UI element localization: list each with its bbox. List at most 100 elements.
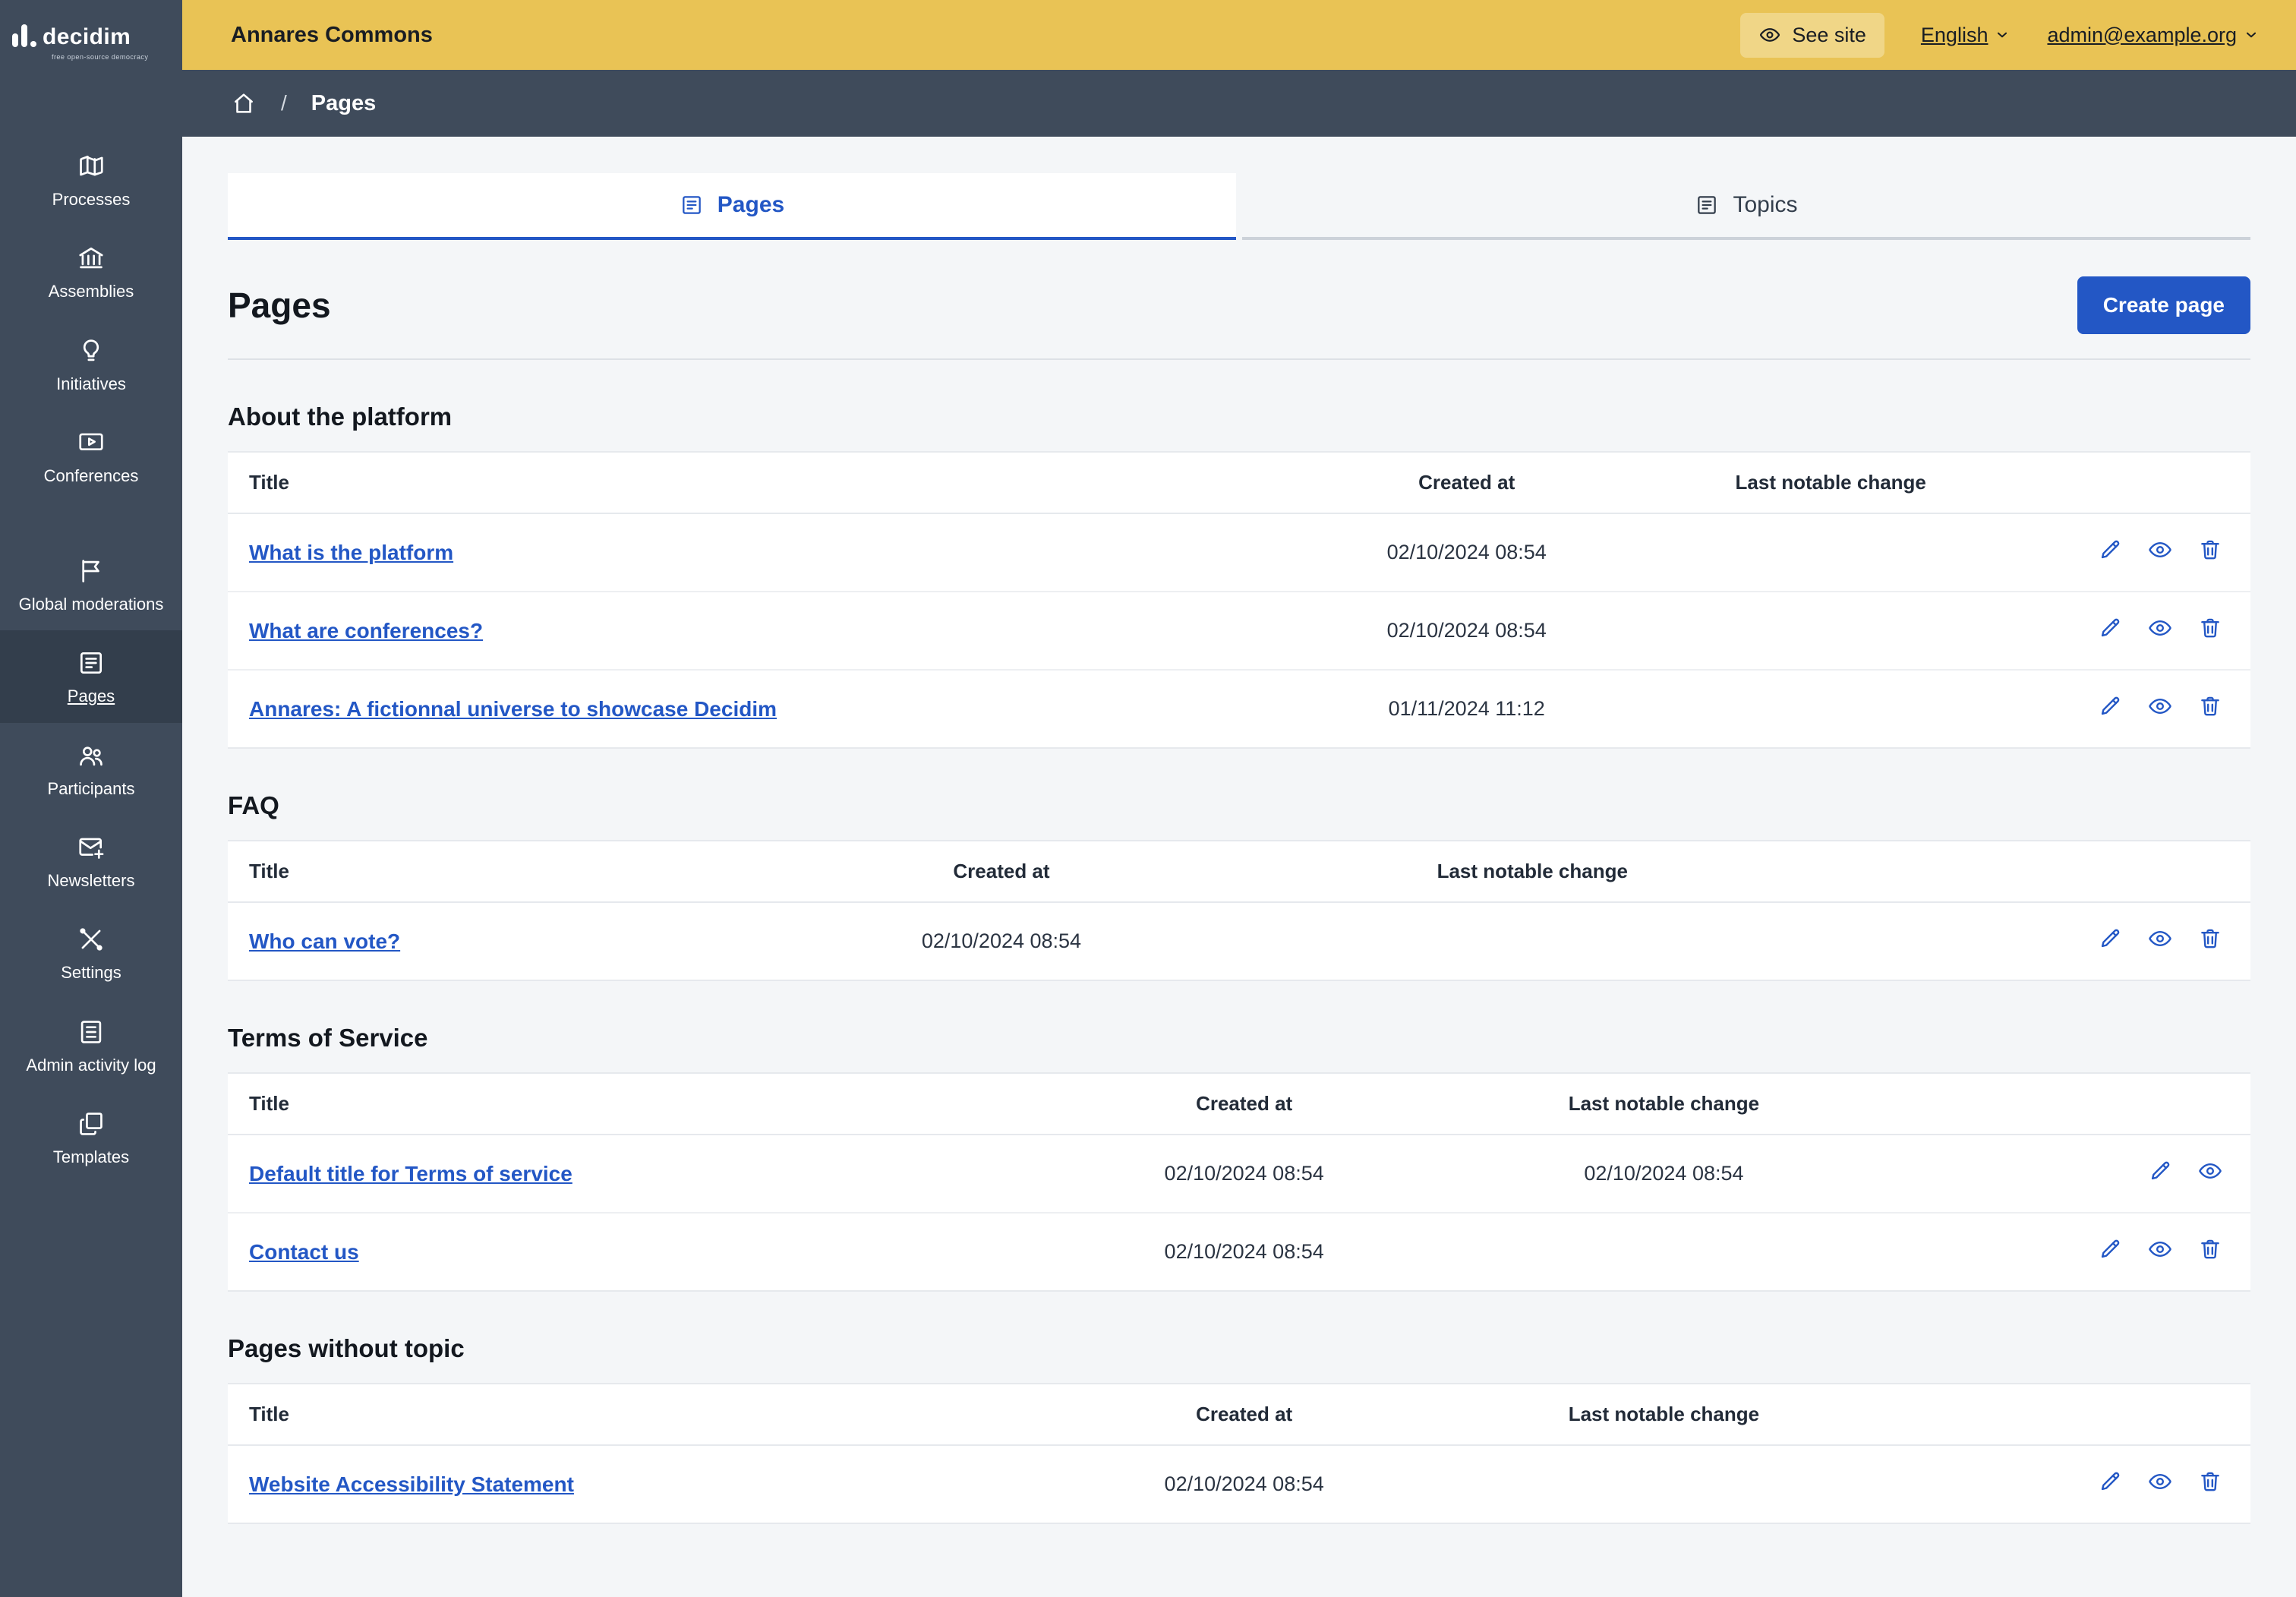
logo-text: decidim <box>43 24 131 49</box>
sidebar-item-initiatives[interactable]: Initiatives <box>0 318 182 410</box>
edit-button[interactable] <box>2097 1236 2123 1267</box>
government-icon <box>77 244 106 273</box>
preview-button[interactable] <box>2147 537 2173 568</box>
account-menu[interactable]: admin@example.org <box>2047 24 2260 47</box>
eye-icon <box>2147 537 2173 563</box>
trash-icon <box>2197 693 2223 719</box>
column-header: Last notable change <box>1643 452 2018 514</box>
eye-icon <box>2147 1469 2173 1494</box>
delete-button[interactable] <box>2197 1236 2223 1267</box>
sidebar-item-templates[interactable]: Templates <box>0 1091 182 1183</box>
pencil-icon <box>2097 926 2123 952</box>
created-at: 01/11/2024 11:12 <box>1388 697 1545 720</box>
edit-button[interactable] <box>2097 1469 2123 1500</box>
row-actions <box>1876 1445 2250 1523</box>
page-link[interactable]: Annares: A fictionnal universe to showca… <box>249 697 777 721</box>
sidebar-item-processes[interactable]: Processes <box>0 134 182 226</box>
account-label: admin@example.org <box>2047 23 2237 46</box>
section-about-the-platform: About the platform Title Created at Last no… <box>228 402 2250 749</box>
column-header: Created at <box>1036 1384 1452 1446</box>
see-site-label: See site <box>1792 23 1866 46</box>
team-icon <box>77 741 106 770</box>
pages-table: Title Created at Last notable change Who ca… <box>228 840 2250 981</box>
edit-button[interactable] <box>2097 926 2123 957</box>
sidebar-item-label: Initiatives <box>56 374 126 393</box>
flag-icon <box>77 557 106 585</box>
page-head: Pages Create page <box>228 276 2250 334</box>
section-title: Terms of Service <box>228 1024 428 1052</box>
sidebar-item-assemblies[interactable]: Assemblies <box>0 226 182 317</box>
sidebar-item-newsletters[interactable]: Newsletters <box>0 815 182 907</box>
breadcrumb-current[interactable]: Pages <box>311 91 376 116</box>
edit-button[interactable] <box>2097 537 2123 568</box>
sidebar-item-admin-activity-log[interactable]: Admin activity log <box>0 999 182 1091</box>
tab-topics[interactable]: Topics <box>1242 173 2250 240</box>
pencil-icon <box>2147 1158 2173 1184</box>
actions-column-header <box>1805 841 2250 903</box>
see-site-button[interactable]: See site <box>1740 12 1884 58</box>
tools-icon <box>77 925 106 954</box>
sidebar-item-conferences[interactable]: Conferences <box>0 410 182 502</box>
create-page-button[interactable]: Create page <box>2077 276 2250 334</box>
last-notable-change <box>1643 592 2018 671</box>
preview-button[interactable] <box>2147 693 2173 724</box>
decidim-logo[interactable]: decidim <box>12 24 170 50</box>
sidebar-item-label: Admin activity log <box>26 1055 156 1075</box>
edit-button[interactable] <box>2147 1158 2173 1189</box>
row-actions <box>1876 1213 2250 1291</box>
sidebar-item-global-moderations[interactable]: Global moderations <box>0 538 182 630</box>
delete-button[interactable] <box>2197 537 2223 568</box>
decidim-logo-icon <box>12 24 36 50</box>
sidebar-item-label: Settings <box>61 963 121 983</box>
delete-button[interactable] <box>2197 926 2223 957</box>
table-row: Website Accessibility Statement 02/10/202… <box>228 1445 2250 1523</box>
sidebar-item-settings[interactable]: Settings <box>0 907 182 999</box>
map-icon <box>77 152 106 181</box>
edit-button[interactable] <box>2097 615 2123 646</box>
table-row: Default title for Terms of service 02/10/… <box>228 1135 2250 1214</box>
page-link[interactable]: Contact us <box>249 1240 359 1264</box>
page-link[interactable]: What is the platform <box>249 541 453 564</box>
last-notable-change: 02/10/2024 08:54 <box>1451 1135 1877 1214</box>
last-notable-change <box>1643 513 2018 592</box>
preview-button[interactable] <box>2147 615 2173 646</box>
created-at: 02/10/2024 08:54 <box>1289 592 1644 671</box>
sidebar-item-label: Assemblies <box>48 282 134 301</box>
pencil-icon <box>2097 537 2123 563</box>
tab-label: Topics <box>1733 192 1798 217</box>
preview-button[interactable] <box>2197 1158 2223 1189</box>
column-header: Title <box>228 452 1290 514</box>
delete-button[interactable] <box>2197 1469 2223 1500</box>
eye-icon <box>2147 615 2173 641</box>
page-link[interactable]: What are conferences? <box>249 619 483 642</box>
page-link[interactable]: Website Accessibility Statement <box>249 1472 574 1496</box>
preview-button[interactable] <box>2147 1236 2173 1267</box>
column-header: Last notable change <box>1259 841 1806 903</box>
edit-button[interactable] <box>2097 693 2123 724</box>
language-selector[interactable]: English <box>1921 24 2011 47</box>
book-icon <box>1695 193 1719 217</box>
delete-button[interactable] <box>2197 693 2223 724</box>
delete-button[interactable] <box>2197 615 2223 646</box>
eye-icon <box>2147 1236 2173 1262</box>
page-link[interactable]: Who can vote? <box>249 929 400 953</box>
created-at: 02/10/2024 08:54 <box>1036 1135 1452 1214</box>
pages-table: Title Created at Last notable change Defaul… <box>228 1072 2250 1292</box>
preview-button[interactable] <box>2147 1469 2173 1500</box>
breadcrumb-home[interactable] <box>231 90 257 116</box>
eye-icon <box>2197 1158 2223 1184</box>
tab-pages[interactable]: Pages <box>228 173 1236 240</box>
topbar-right: See site English admin@example.org <box>1740 12 2260 58</box>
preview-button[interactable] <box>2147 926 2173 957</box>
sidebar-item-participants[interactable]: Participants <box>0 723 182 815</box>
organization-title: Annares Commons <box>231 22 433 47</box>
last-notable-change <box>1644 670 2018 748</box>
sidebar-item-pages[interactable]: Pages <box>0 630 182 723</box>
page-link[interactable]: Default title for Terms of service <box>249 1162 572 1185</box>
pages-table: Title Created at Last notable change What i… <box>228 451 2250 749</box>
sidebar-item-label: Participants <box>47 778 135 798</box>
mail-add-icon <box>77 833 106 862</box>
column-header: Title <box>228 841 744 903</box>
logo-box: decidim free open-source democracy <box>0 0 182 134</box>
column-header: Created at <box>1289 452 1644 514</box>
